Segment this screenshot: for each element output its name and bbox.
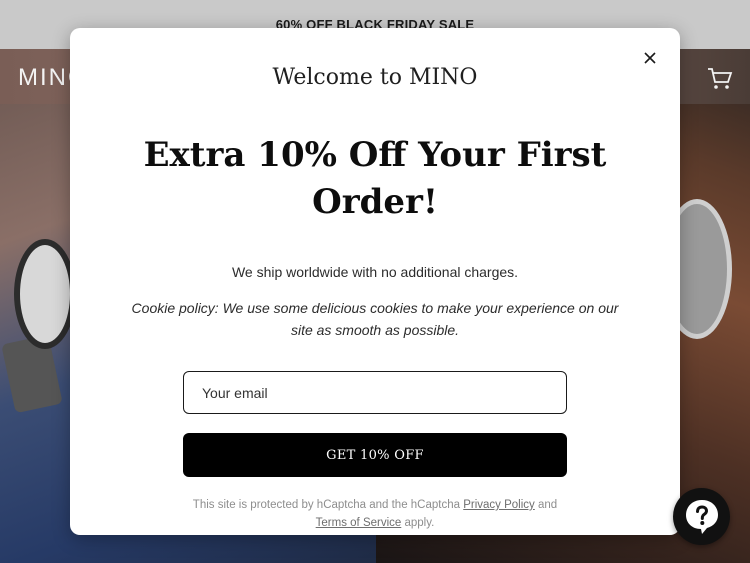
signup-modal: Welcome to MINO Extra 10% Off Your First… [70, 28, 680, 535]
captcha-legal-text: This site is protected by hCaptcha and t… [180, 496, 570, 532]
cart-icon[interactable] [706, 64, 734, 92]
legal-suffix: apply. [401, 517, 435, 529]
privacy-policy-link[interactable]: Privacy Policy [463, 499, 535, 511]
terms-of-service-link[interactable]: Terms of Service [316, 517, 402, 529]
watch-left [14, 239, 76, 349]
get-discount-button[interactable]: GET 10% OFF [183, 433, 567, 477]
legal-prefix: This site is protected by hCaptcha and t… [192, 499, 464, 511]
cookie-policy-text: Cookie policy: We use some delicious coo… [131, 300, 619, 338]
offer-headline: Extra 10% Off Your First Order! [143, 135, 607, 222]
welcome-title: Welcome to MINO [272, 65, 478, 90]
help-question-icon[interactable] [673, 488, 730, 545]
email-input[interactable] [183, 371, 567, 414]
shipping-text: We ship worldwide with no additional cha… [231, 264, 519, 280]
legal-and: and [534, 499, 558, 511]
